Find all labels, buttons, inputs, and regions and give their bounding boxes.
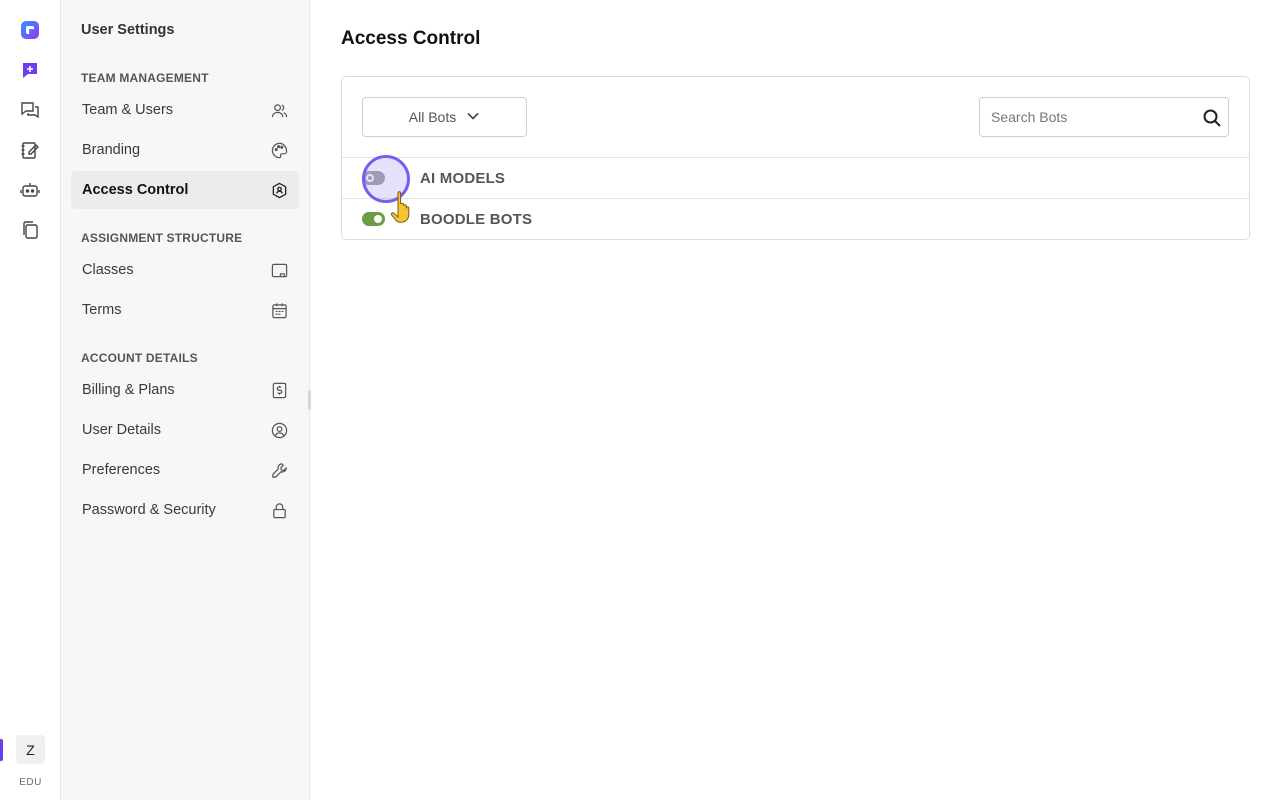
- sidebar-item-label: Access Control: [82, 182, 189, 198]
- dollar-doc-icon: [270, 381, 288, 399]
- boodle-bots-toggle[interactable]: [362, 212, 385, 226]
- bot-group-label: BOODLE BOTS: [420, 210, 533, 228]
- bot-group-label: AI MODELS: [420, 169, 506, 187]
- settings-sidebar: User Settings TEAM MANAGEMENT Team & Use…: [61, 0, 310, 800]
- chats-icon[interactable]: [19, 99, 41, 121]
- section-title-account-details: ACCOUNT DETAILS: [81, 351, 198, 365]
- bot-group-row-ai-models: AI MODELS: [342, 157, 1249, 198]
- app-logo-icon[interactable]: [19, 19, 41, 41]
- sidebar-item-label: Terms: [82, 302, 122, 318]
- search-bots-field[interactable]: [979, 97, 1229, 137]
- sidebar-item-terms[interactable]: Terms: [71, 291, 299, 329]
- chevron-down-icon: [466, 109, 480, 126]
- new-chat-icon[interactable]: [19, 59, 41, 81]
- access-control-panel: All Bots AI MODELS BOODLE BOTS: [341, 76, 1250, 240]
- sidebar-item-team-users[interactable]: Team & Users: [71, 91, 299, 129]
- users-icon: [270, 101, 288, 119]
- sidebar-item-access-control[interactable]: Access Control: [71, 171, 299, 209]
- bot-filter-value: All Bots: [408, 109, 457, 125]
- sidebar-item-label: Branding: [82, 142, 141, 158]
- active-account-marker: [0, 739, 3, 761]
- lock-icon: [270, 501, 288, 519]
- sidebar-item-label: Team & Users: [82, 102, 174, 118]
- user-circle-icon: [270, 421, 288, 439]
- section-title-assignment-structure: ASSIGNMENT STRUCTURE: [81, 231, 243, 245]
- sidebar-item-preferences[interactable]: Preferences: [71, 451, 299, 489]
- bot-filter-dropdown[interactable]: All Bots: [362, 97, 527, 137]
- ai-models-toggle[interactable]: [362, 171, 385, 185]
- sidebar-item-label: Preferences: [82, 462, 161, 478]
- plan-label: EDU: [19, 777, 42, 788]
- notebook-icon[interactable]: [19, 139, 41, 161]
- bot-group-row-boodle-bots: BOODLE BOTS: [342, 198, 1249, 239]
- toggle-knob: [374, 215, 382, 223]
- sidebar-item-password-security[interactable]: Password & Security: [71, 491, 299, 529]
- calendar-icon: [270, 301, 288, 319]
- icon-rail: Z EDU: [0, 0, 61, 800]
- section-title-team-management: TEAM MANAGEMENT: [81, 71, 209, 85]
- sidebar-item-label: User Details: [82, 422, 161, 438]
- classroom-icon: [270, 261, 288, 279]
- shield-icon: [270, 181, 288, 199]
- palette-icon: [270, 141, 288, 159]
- sidebar-item-branding[interactable]: Branding: [71, 131, 299, 169]
- sidebar-item-label: Password & Security: [82, 502, 216, 518]
- sidebar-item-classes[interactable]: Classes: [71, 251, 299, 289]
- search-icon[interactable]: [1202, 108, 1222, 128]
- sidebar-item-user-details[interactable]: User Details: [71, 411, 299, 449]
- page-title: Access Control: [341, 28, 481, 49]
- sidebar-item-billing-plans[interactable]: Billing & Plans: [71, 371, 299, 409]
- sidebar-resize-handle[interactable]: [308, 390, 311, 410]
- search-input[interactable]: [991, 109, 1196, 125]
- sidebar-item-label: Billing & Plans: [82, 382, 175, 398]
- bot-icon[interactable]: [19, 179, 41, 201]
- toggle-knob: [366, 174, 374, 182]
- avatar[interactable]: Z: [16, 735, 45, 764]
- sidebar-item-label: Classes: [82, 262, 134, 278]
- wrench-icon: [270, 461, 288, 479]
- copy-docs-icon[interactable]: [19, 219, 41, 241]
- sidebar-title: User Settings: [81, 22, 175, 38]
